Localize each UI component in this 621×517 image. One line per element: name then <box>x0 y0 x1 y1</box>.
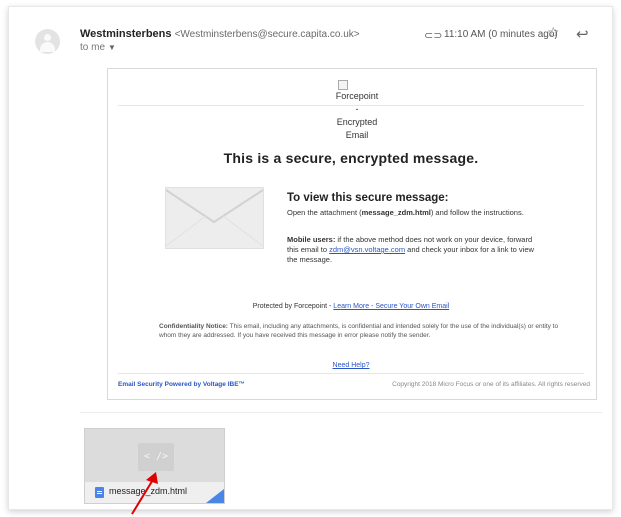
forward-email-link[interactable]: zdm@vsn.voltage.com <box>329 245 405 254</box>
instr-text: ) and follow the instructions. <box>430 208 524 217</box>
secure-headline: This is a secure, encrypted message. <box>223 150 479 166</box>
logo-alt-line: Email <box>345 130 369 140</box>
chevron-down-icon: ▼ <box>108 43 116 52</box>
mobile-instructions: Mobile users: if the above method does n… <box>287 235 543 265</box>
sender-avatar <box>35 29 60 54</box>
envelope-icon <box>165 187 264 249</box>
logo-alt-line: Encrypted <box>336 117 378 127</box>
footer-copyright: Copyright 2018 Micro Focus or one of its… <box>392 381 590 388</box>
broken-image-icon <box>338 80 348 90</box>
red-arrow-icon <box>131 472 158 515</box>
instr-text: Open the attachment ( <box>287 208 362 217</box>
recipient-label: to me <box>80 42 106 53</box>
protected-line: Protected by Forcepoint - Learn More - S… <box>107 303 595 310</box>
attachment-reference: message_zdm.html <box>361 208 431 217</box>
sender-address: <Westminsterbens@secure.capita.co.uk> <box>174 29 360 40</box>
footer-powered-by[interactable]: Email Security Powered by Voltage IBE™ <box>118 381 245 388</box>
avatar-head <box>44 34 51 41</box>
avatar-body <box>40 42 55 52</box>
divider <box>118 105 584 106</box>
recipient-toggle[interactable]: to me ▼ <box>80 42 116 53</box>
confidentiality-notice: Confidentiality Notice: This email, incl… <box>159 323 561 340</box>
logo-alt-line: Forcepoint <box>335 91 379 101</box>
code-file-icon: < /> <box>138 443 174 471</box>
learn-more-link[interactable]: Learn More - Secure Your Own Email <box>333 303 449 310</box>
sender-name[interactable]: Westminsterbens <box>80 28 172 40</box>
reply-icon[interactable]: ↩ <box>576 25 589 43</box>
protected-text: Protected by Forcepoint - <box>252 303 334 310</box>
conf-label: Confidentiality Notice: <box>159 323 228 330</box>
file-icon <box>95 487 104 498</box>
message-time: 11:10 AM (0 minutes ago) <box>444 29 558 40</box>
divider <box>118 373 584 374</box>
attachment-icon: ⊂⊃ <box>424 30 443 42</box>
view-instructions: Open the attachment (message_zdm.html) a… <box>287 208 543 218</box>
mobile-label: Mobile users: <box>287 235 336 244</box>
sender-line: Westminsterbens <Westminsterbens@secure.… <box>80 28 360 40</box>
need-help: Need Help? <box>107 362 595 369</box>
star-icon[interactable]: ☆ <box>547 24 560 41</box>
corner-fold-icon <box>206 489 224 503</box>
need-help-link[interactable]: Need Help? <box>333 362 370 369</box>
logo-alt-text: Forcepoint - Encrypted Email <box>301 90 413 142</box>
view-title: To view this secure message: <box>287 192 449 204</box>
divider <box>80 412 602 413</box>
